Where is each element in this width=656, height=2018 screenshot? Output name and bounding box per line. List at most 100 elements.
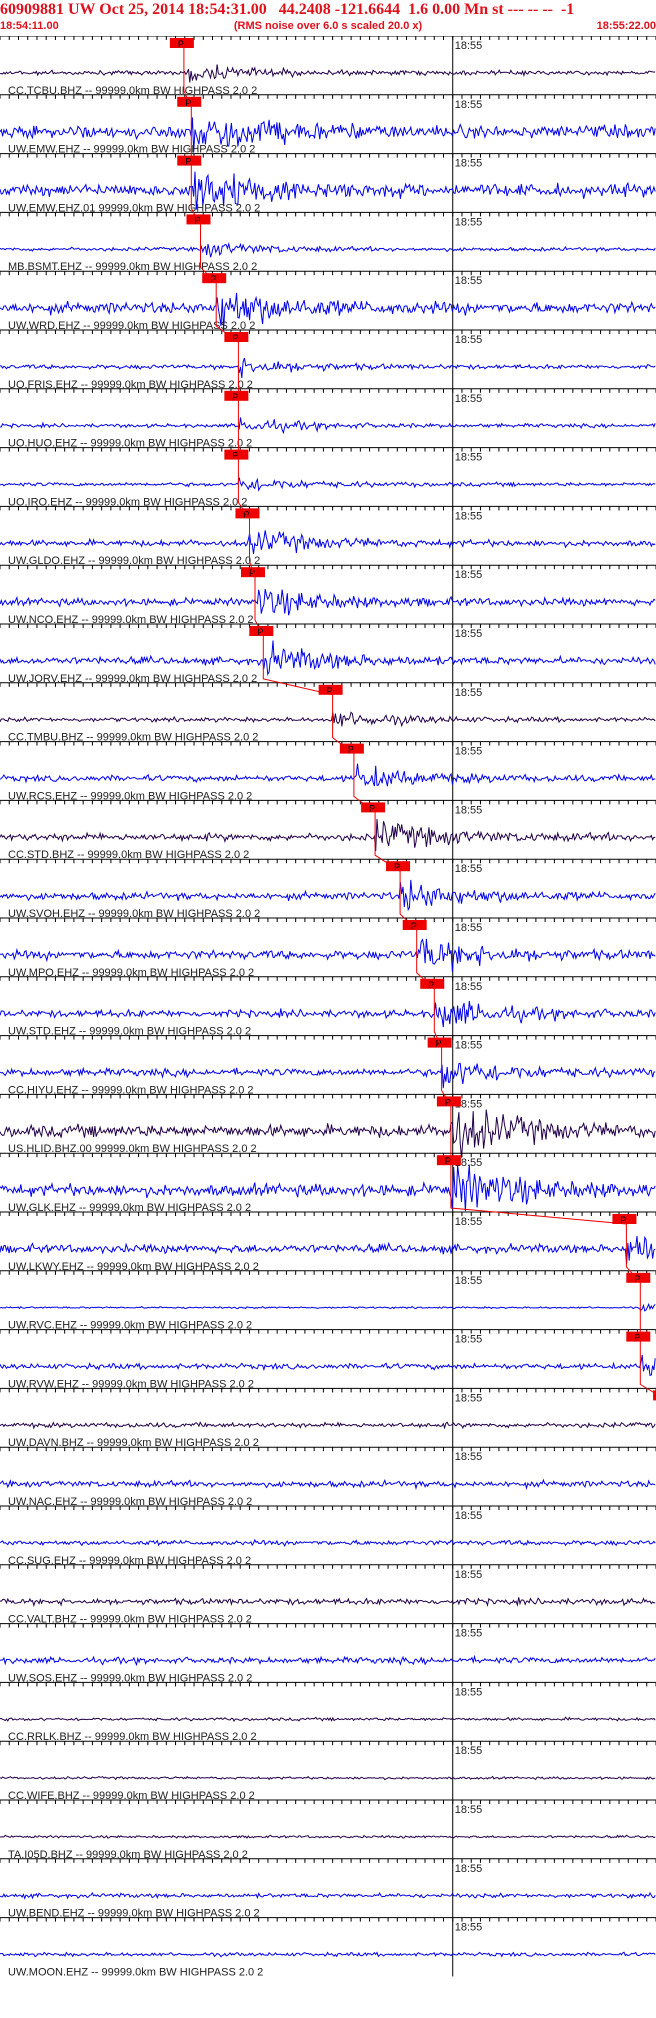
record-header: 60909881 UW Oct 25, 2014 18:54:31.00 44.… bbox=[0, 0, 656, 36]
trace-row: 18:55TA.I05D.BHZ -- 99999.0km BW HIGHPAS… bbox=[0, 1799, 656, 1861]
waveform bbox=[0, 477, 656, 492]
minute-marker-label: 18:55 bbox=[455, 569, 483, 581]
minute-marker-label: 18:55 bbox=[455, 1334, 483, 1346]
pick-label: P bbox=[194, 215, 200, 225]
waveform bbox=[0, 1834, 656, 1839]
trace-row: 18:55UW.JORV.EHZ -- 99999.0km BW HIGHPAS… bbox=[0, 623, 656, 685]
waveform bbox=[0, 357, 656, 379]
minute-marker-label: 18:55 bbox=[455, 216, 483, 228]
trace-row: 18:55UW.GLK.EHZ -- 99999.0km BW HIGHPASS… bbox=[0, 1152, 656, 1214]
waveform bbox=[0, 1716, 656, 1722]
waveform bbox=[0, 1891, 656, 1900]
trace-row: 18:55UW.MPO.EHZ -- 99999.0km BW HIGHPASS… bbox=[0, 917, 656, 979]
minute-marker-label: 18:55 bbox=[455, 1510, 483, 1522]
minute-marker-label: 18:55 bbox=[455, 981, 483, 993]
minute-marker-label: 18:55 bbox=[455, 1392, 483, 1404]
pick-label: P bbox=[232, 392, 238, 402]
trace-row: 18:55CC.WIFE.BHZ -- 99999.0km BW HIGHPAS… bbox=[0, 1740, 656, 1802]
waveform bbox=[0, 1775, 656, 1781]
trace-row: 18:55CC.SUG.EHZ -- 99999.0km BW HIGHPASS… bbox=[0, 1505, 656, 1567]
minute-marker-label: 18:55 bbox=[455, 1745, 483, 1757]
waveform bbox=[0, 818, 656, 852]
trace-row: 18:55UW.LKWY.EHZ -- 99999.0km BW HIGHPAS… bbox=[0, 1211, 656, 1273]
minute-marker-label: 18:55 bbox=[455, 158, 483, 170]
minute-marker-label: 18:55 bbox=[455, 1216, 483, 1228]
trace-row: 18:55CC.STD.BHZ -- 99999.0km BW HIGHPASS… bbox=[0, 799, 656, 861]
trace-row: 18:55US.HLID.BHZ.00 99999.0km BW HIGHPAS… bbox=[0, 1093, 656, 1158]
waveform bbox=[0, 1421, 656, 1430]
trace-row: 18:55UW.SVOH.EHZ -- 99999.0km BW HIGHPAS… bbox=[0, 858, 656, 920]
minute-marker-label: 18:55 bbox=[455, 1863, 483, 1875]
trace-row: 18:55UW.DAVN.BHZ -- 99999.0km BW HIGHPAS… bbox=[0, 1387, 656, 1449]
waveform bbox=[0, 1654, 656, 1667]
trace-row: 18:55CC.HIYU.EHZ -- 99999.0km BW HIGHPAS… bbox=[0, 1035, 656, 1096]
minute-marker-label: 18:55 bbox=[455, 334, 483, 346]
waveform bbox=[0, 1951, 656, 1958]
pick-label: P bbox=[257, 627, 263, 637]
trace-row: 18:55UW.EMW.EHZ.01 99999.0km BW HIGHPASS… bbox=[0, 153, 656, 214]
pick-label: P bbox=[178, 39, 184, 49]
pick-label: P bbox=[185, 157, 191, 167]
trace-row: 18:55UW.RVW.EHZ -- 99999.0km BW HIGHPASS… bbox=[0, 1329, 656, 1390]
minute-marker-label: 18:55 bbox=[455, 863, 483, 875]
trace-row: 18:55CC.VALT.BHZ -- 99999.0km BW HIGHPAS… bbox=[0, 1564, 656, 1626]
pick-moveout-line bbox=[183, 48, 656, 1395]
waveform bbox=[0, 588, 656, 616]
seismogram-plot: 18:55CC.TCBU.BHZ -- 99999.0km BW HIGHPAS… bbox=[0, 36, 656, 1978]
waveform bbox=[0, 1235, 656, 1264]
trace-row: 18:55UW.RVC.EHZ -- 99999.0km BW HIGHPASS… bbox=[0, 1270, 656, 1332]
minute-marker-label: 18:55 bbox=[455, 40, 483, 52]
minute-marker-label: 18:55 bbox=[455, 275, 483, 287]
minute-marker-label: 18:55 bbox=[455, 452, 483, 464]
trace-row: 18:55UW.RCS.EHZ -- 99999.0km BW HIGHPASS… bbox=[0, 741, 656, 802]
waveform bbox=[0, 640, 656, 676]
pick-label: P bbox=[634, 1333, 640, 1343]
trace-row: 18:55CC.RRLK.BHZ -- 99999.0km BW HIGHPAS… bbox=[0, 1681, 656, 1743]
minute-marker-label: 18:55 bbox=[455, 746, 483, 758]
minute-marker-label: 18:55 bbox=[455, 628, 483, 640]
minute-marker-label: 18:55 bbox=[455, 922, 483, 934]
minute-marker-label: 18:55 bbox=[455, 1804, 483, 1816]
waveform bbox=[0, 1354, 656, 1377]
waveform bbox=[0, 242, 656, 258]
minute-marker-label: 18:55 bbox=[455, 510, 483, 522]
waveform bbox=[0, 879, 656, 912]
minute-marker-label: 18:55 bbox=[455, 1451, 483, 1463]
minute-marker-label: 18:55 bbox=[455, 1275, 483, 1287]
pick-label: P bbox=[445, 1156, 451, 1166]
trace-row: 18:55UW.NAC.EHZ -- 99999.0km BW HIGHPASS… bbox=[0, 1446, 656, 1508]
waveform bbox=[0, 1302, 656, 1312]
trace-row: 18:55UW.BEND.EHZ -- 99999.0km BW HIGHPAS… bbox=[0, 1858, 656, 1920]
channel-label: UW.MOON.EHZ -- 99999.0km BW HIGHPASS 2.0… bbox=[8, 1966, 263, 1978]
trace-row: 18:55UW.NCO.EHZ -- 99999.0km BW HIGHPASS… bbox=[0, 564, 656, 626]
trace-row: 18:55UW.SOS.EHZ -- 99999.0km BW HIGHPASS… bbox=[0, 1623, 656, 1684]
trace-row: 18:55MB.BSMT.EHZ -- 99999.0km BW HIGHPAS… bbox=[0, 211, 656, 273]
minute-marker-label: 18:55 bbox=[455, 804, 483, 816]
trace-row: 18:55UW.STD.EHZ -- 99999.0km BW HIGHPASS… bbox=[0, 976, 656, 1038]
time-range-bar: 18:54:11.00 (RMS noise over 6.0 s scaled… bbox=[0, 20, 656, 36]
trace-row: 18:55UO.HUO.EHZ -- 99999.0km BW HIGHPASS… bbox=[0, 388, 656, 450]
trace-row: 18:55UW.GLDO.EHZ -- 99999.0km BW HIGHPAS… bbox=[0, 505, 656, 567]
waveform bbox=[0, 530, 656, 554]
waveform bbox=[0, 64, 656, 83]
minute-marker-label: 18:55 bbox=[455, 687, 483, 699]
noise-scaling-note: (RMS noise over 6.0 s scaled 20.0 x) bbox=[233, 20, 423, 32]
waveform bbox=[0, 711, 656, 728]
minute-marker-label: 18:55 bbox=[455, 1040, 483, 1052]
trace-row: 18:55UW.EMW.EHZ -- 99999.0km BW HIGHPASS… bbox=[0, 94, 656, 156]
waveform bbox=[0, 1478, 656, 1491]
waveform bbox=[0, 417, 656, 435]
trace-row: 18:55UO.FRIS.EHZ -- 99999.0km BW HIGHPAS… bbox=[0, 329, 656, 391]
event-title: 60909881 UW Oct 25, 2014 18:54:31.00 44.… bbox=[0, 1, 575, 18]
trace-row: 18:55UW.WRD.EHZ -- 99999.0km BW HIGHPASS… bbox=[0, 270, 656, 332]
trace-row: 18:55UO.IRO.EHZ -- 99999.0km BW HIGHPASS… bbox=[0, 447, 656, 508]
trace-row: 18:55 UW.MOON.EHZ -- 99999.0km BW HIGHPAS… bbox=[0, 1917, 656, 1978]
end-time: 18:55:22.00 bbox=[596, 20, 656, 32]
minute-marker-label: 18:55 bbox=[455, 1686, 483, 1698]
trace-row: 18:55CC.TMBU.BHZ -- 99999.0km BW HIGHPAS… bbox=[0, 682, 656, 744]
minute-marker-label: 18:55 bbox=[455, 1922, 483, 1934]
pick-label: P bbox=[232, 451, 238, 461]
trace-row: 18:55CC.TCBU.BHZ -- 99999.0km BW HIGHPAS… bbox=[0, 36, 656, 97]
waveform bbox=[0, 763, 656, 787]
minute-marker-label: 18:55 bbox=[455, 99, 483, 111]
